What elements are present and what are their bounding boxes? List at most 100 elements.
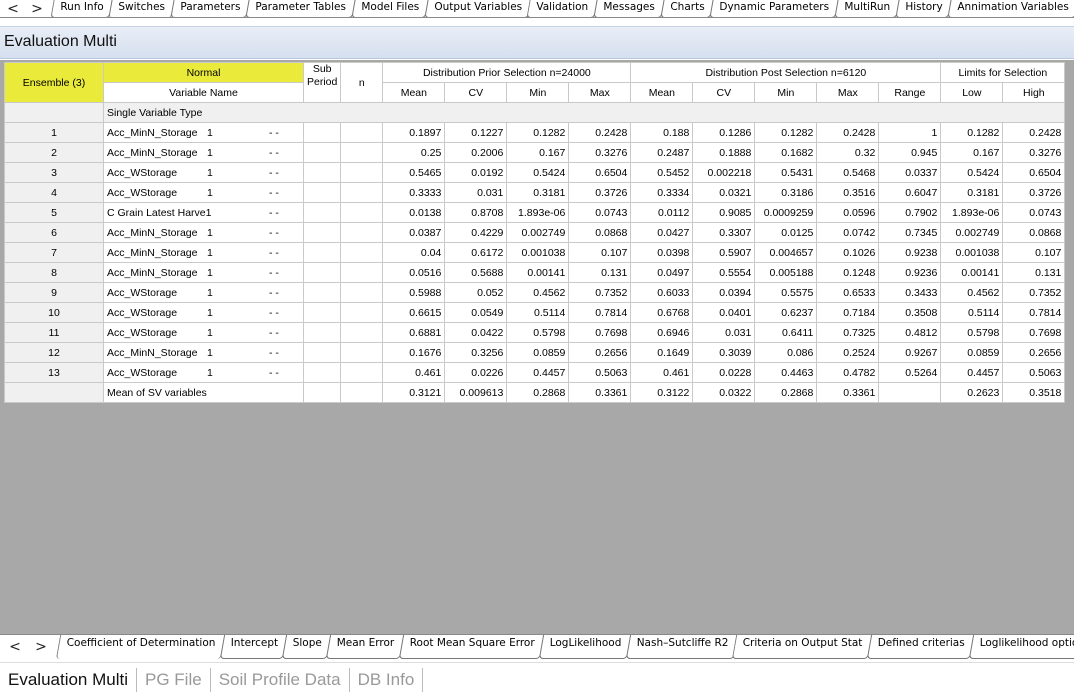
tab-parameters[interactable]: Parameters [170,0,250,17]
n-cell[interactable] [340,302,384,323]
value-cell[interactable]: 0.167 [506,142,570,163]
n-cell[interactable] [340,342,384,363]
value-cell[interactable]: 0.107 [1002,242,1066,263]
row-header[interactable]: 6 [4,222,104,243]
value-cell[interactable]: 0.0192 [444,162,508,183]
column-header-max[interactable]: Max [816,82,880,103]
sub-period-cell[interactable] [302,262,342,283]
column-header-high[interactable]: High [1002,82,1066,103]
value-cell[interactable]: 0.5264 [878,362,942,383]
variable-name-cell[interactable]: Acc_WStorage 1 - - [103,162,304,183]
bottom-tabs-prev-arrow[interactable]: < [4,638,26,656]
value-cell[interactable]: 0.3334 [630,182,694,203]
value-cell[interactable]: 0.4457 [940,362,1004,383]
value-cell[interactable]: 0.5114 [506,302,570,323]
value-cell[interactable]: 0.131 [568,262,632,283]
table-row[interactable]: 8 Acc_MinN_Storage 1- -0.0516 0.5688 0.00141… [4,262,1066,283]
value-cell[interactable]: 0.0398 [630,242,694,263]
n-cell[interactable] [340,282,384,303]
variable-name-cell[interactable]: Acc_WStorage 1 - - [103,302,304,323]
column-header-min[interactable]: Min [506,82,570,103]
value-cell[interactable]: 0.1682 [754,142,818,163]
variable-name-cell[interactable]: C Grain Latest Harve1 - - [103,202,304,223]
value-cell[interactable]: 0.6033 [630,282,694,303]
tab-switches[interactable]: Switches [108,0,175,17]
value-cell[interactable]: 0.0516 [382,262,446,283]
value-cell[interactable]: 1.893e-06 [940,202,1004,223]
value-cell[interactable]: 0.1227 [444,122,508,143]
value-cell[interactable]: 0.0427 [630,222,694,243]
value-cell[interactable]: 0.1897 [382,122,446,143]
value-cell[interactable]: 0.0387 [382,222,446,243]
table-row[interactable]: 7 Acc_MinN_Storage 1- -0.04 0.6172 0.001038 0… [4,242,1066,263]
value-cell[interactable]: 0.5424 [940,162,1004,183]
bottom-tab-loglikelihood-options[interactable]: Loglikelihood options [968,635,1074,659]
tabs-next-arrow[interactable]: > [26,0,48,17]
row-header[interactable]: 13 [4,362,104,383]
value-cell[interactable]: 0.1888 [692,142,756,163]
value-cell[interactable]: 0.0138 [382,202,446,223]
value-cell[interactable]: 0.5424 [506,162,570,183]
table-row[interactable]: 4 Acc_WStorage 1- -0.3333 0.031 0.3181 0.3726… [4,182,1066,203]
value-cell[interactable]: 0.0228 [692,362,756,383]
column-header-cv[interactable]: CV [692,82,756,103]
value-cell[interactable]: 0.002749 [506,222,570,243]
value-cell[interactable]: 0.1282 [940,122,1004,143]
value-cell[interactable]: 0.2656 [1002,342,1066,363]
value-cell[interactable]: 0.4562 [506,282,570,303]
variable-name-cell[interactable]: Acc_MinN_Storage 1 - - [103,262,304,283]
variable-name-cell[interactable]: Acc_MinN_Storage 1 - - [103,122,304,143]
value-cell[interactable]: 0.5452 [630,162,694,183]
value-cell[interactable]: 0.6504 [1002,162,1066,183]
value-cell[interactable]: 0.3039 [692,342,756,363]
bottom-tab-mean-error[interactable]: Mean Error [326,635,404,659]
variable-name-cell[interactable]: Acc_WStorage 1 - - [103,322,304,343]
value-cell[interactable]: 0.1248 [816,262,880,283]
variable-name-cell[interactable]: Acc_MinN_Storage 1 - - [103,142,304,163]
value-cell[interactable]: 0.2006 [444,142,508,163]
value-cell[interactable]: 0.1649 [630,342,694,363]
column-header-min[interactable]: Min [754,82,818,103]
value-cell[interactable]: 0.004657 [754,242,818,263]
value-cell[interactable]: 0.0009259 [754,202,818,223]
bottom-tab-defined-criterias[interactable]: Defined criterias [866,635,975,659]
tab-parameter-tables[interactable]: Parameter Tables [245,0,356,17]
value-cell[interactable]: 0.0401 [692,302,756,323]
value-cell[interactable]: 0.7352 [568,282,632,303]
value-cell[interactable]: 0.7902 [878,202,942,223]
window-tab-soil-profile-data[interactable]: Soil Profile Data [211,668,350,692]
bottom-tab-coefficient-of-determination[interactable]: Coefficient of Determination [55,635,225,659]
value-cell[interactable]: 0.6237 [754,302,818,323]
column-header-range[interactable]: Range [878,82,942,103]
sub-period-cell[interactable] [302,342,342,363]
value-cell[interactable]: 0.7352 [1002,282,1066,303]
n-cell[interactable] [340,362,384,383]
value-cell[interactable]: 0.3181 [940,182,1004,203]
value-cell[interactable]: 0.0321 [692,182,756,203]
value-cell[interactable]: 0.2524 [816,342,880,363]
value-cell[interactable]: 0.188 [630,122,694,143]
value-cell[interactable]: 0.6411 [754,322,818,343]
value-cell[interactable]: 0.0112 [630,202,694,223]
table-row[interactable]: 1 Acc_MinN_Storage 1- -0.1897 0.1227 0.1282 0… [4,122,1066,143]
n-cell[interactable] [340,242,384,263]
value-cell[interactable]: 0.6881 [382,322,446,343]
value-cell[interactable]: 1 [878,122,942,143]
value-cell[interactable]: 0.031 [444,182,508,203]
n-cell[interactable] [340,222,384,243]
variable-name-cell[interactable]: Acc_MinN_Storage 1 - - [103,222,304,243]
row-header[interactable]: 7 [4,242,104,263]
n-cell[interactable] [340,262,384,283]
value-cell[interactable]: 0.107 [568,242,632,263]
column-header-max[interactable]: Max [568,82,632,103]
tab-run-info[interactable]: Run Info [50,0,113,17]
value-cell[interactable]: 0.167 [940,142,1004,163]
tab-multirun[interactable]: MultiRun [834,0,900,17]
variable-name-cell[interactable]: Acc_MinN_Storage 1 - - [103,342,304,363]
sub-period-cell[interactable] [302,122,342,143]
value-cell[interactable]: 0.002218 [692,162,756,183]
value-cell[interactable]: 0.0743 [1002,202,1066,223]
value-cell[interactable]: 0.3256 [444,342,508,363]
value-cell[interactable]: 0.2428 [1002,122,1066,143]
variable-name-cell[interactable]: Acc_WStorage 1 - - [103,182,304,203]
